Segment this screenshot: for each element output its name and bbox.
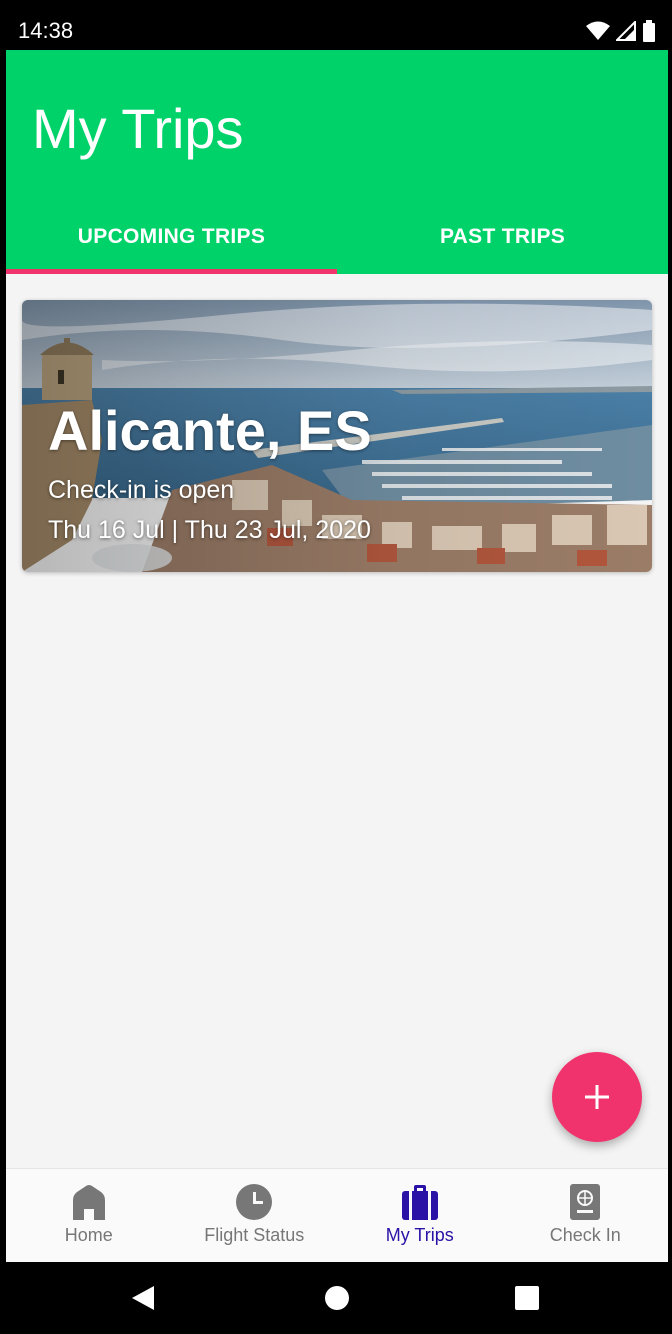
trip-dates: Thu 16 Jul | Thu 23 Jul, 2020 — [48, 516, 371, 544]
nav-label-flight-status: Flight Status — [204, 1225, 305, 1245]
signal-icon — [616, 21, 636, 41]
status-time: 14:38 — [18, 18, 74, 43]
suitcase-icon — [401, 1185, 438, 1220]
trip-destination: Alicante, ES — [48, 399, 372, 462]
status-icons — [586, 20, 656, 42]
tab-past-trips[interactable]: PAST TRIPS — [337, 212, 668, 274]
system-nav-bar — [0, 1262, 672, 1334]
nav-label-home: Home — [64, 1225, 113, 1245]
nav-item-check-in[interactable]: Check In — [503, 1169, 669, 1262]
trip-card[interactable]: Alicante, ES Check-in is open Thu 16 Jul… — [22, 300, 652, 572]
trip-checkin-status: Check-in is open — [48, 476, 235, 504]
bottom-nav: Home Flight Status My Trips Check In — [6, 1168, 668, 1262]
back-icon[interactable] — [130, 1284, 156, 1312]
nav-item-my-trips[interactable]: My Trips — [337, 1169, 503, 1262]
plus-icon — [585, 1085, 609, 1109]
screen: 14:38 My Trips UPCOMING TRIPS PAST TRIPS… — [6, 12, 668, 1262]
recents-icon[interactable] — [514, 1285, 540, 1311]
battery-icon — [643, 20, 655, 42]
app-header: My Trips UPCOMING TRIPS PAST TRIPS — [6, 50, 668, 274]
add-trip-button[interactable] — [552, 1052, 642, 1142]
tab-upcoming-trips[interactable]: UPCOMING TRIPS — [6, 212, 337, 274]
clock-icon — [236, 1184, 273, 1220]
device-frame: 14:38 My Trips UPCOMING TRIPS PAST TRIPS… — [0, 0, 672, 1334]
page-title: My Trips — [32, 97, 244, 160]
trip-tabs: UPCOMING TRIPS PAST TRIPS — [6, 212, 668, 274]
nav-item-flight-status[interactable]: Flight Status — [172, 1169, 338, 1262]
passport-icon — [570, 1184, 601, 1220]
nav-item-home[interactable]: Home — [6, 1169, 172, 1262]
nav-label-my-trips: My Trips — [385, 1225, 454, 1245]
status-bar: 14:38 — [6, 12, 668, 50]
nav-label-check-in: Check In — [549, 1225, 621, 1245]
home-circle-icon[interactable] — [324, 1285, 350, 1311]
home-icon — [72, 1185, 105, 1220]
wifi-icon — [586, 21, 610, 40]
